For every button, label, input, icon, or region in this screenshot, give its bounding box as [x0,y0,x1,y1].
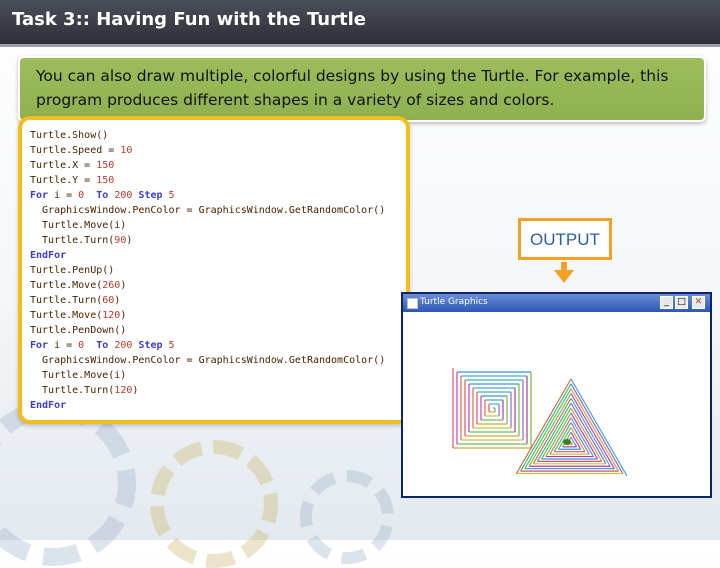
arrow-down-icon [554,270,574,283]
close-button[interactable]: ✕ [692,296,705,309]
code-line: Turtle.X = 150 [30,160,115,171]
code-line: Turtle.Turn(120) [30,385,139,396]
code-line: EndFor [30,400,67,411]
turtle-icon [563,439,571,445]
triangle-segment [520,383,572,472]
window-title-bar[interactable]: Turtle Graphics _ □ ✕ [403,294,710,312]
output-badge: OUTPUT [518,218,612,260]
code-line: For i = 0 To 200 Step 5 [30,340,175,351]
code-panel: Turtle.Show() Turtle.Speed = 10 Turtle.X =… [18,116,410,424]
triangle-segment [570,436,578,448]
code-line: EndFor [30,250,67,261]
code-line: Turtle.Y = 150 [30,175,115,186]
gear-icon [150,440,278,568]
turtle-canvas [403,312,710,496]
triangle-segment [570,393,615,469]
gear-icon [300,470,394,564]
code-line: Turtle.Move(i) [30,370,127,381]
instruction-box: You can also draw multiple, colorful des… [18,56,706,122]
code-line: Turtle.Move(120) [30,310,127,321]
slide-title-bar: Task 3:: Having Fun with the Turtle [0,0,720,47]
code-line: Turtle.Move(i) [30,220,127,231]
triangle-segment [549,417,572,455]
triangle-segment [528,393,572,467]
output-label: OUTPUT [530,230,600,249]
turtle-graphics-window[interactable]: Turtle Graphics _ □ ✕ [401,292,712,498]
code-line: Turtle.Turn(60) [30,295,121,306]
code-line: Turtle.Show() [30,130,109,141]
slide-title: Task 3:: Having Fun with the Turtle [12,9,366,30]
instruction-text: You can also draw multiple, colorful des… [36,67,669,109]
gear-icon [0,400,136,566]
maximize-button[interactable]: □ [675,296,688,309]
minimize-button[interactable]: _ [660,296,673,309]
window-title: Turtle Graphics [420,297,488,307]
turtle-drawing [452,368,628,477]
code-line: Turtle.PenDown() [30,325,127,336]
code-line: GraphicsWindow.PenColor = GraphicsWindow… [30,355,386,366]
code-line: For i = 0 To 200 Step 5 [30,190,175,201]
code-line: GraphicsWindow.PenColor = GraphicsWindow… [30,205,386,216]
triangle-segment [570,427,586,452]
code-line: Turtle.Move(260) [30,280,127,291]
window-icon [407,298,418,309]
code-line: Turtle.Speed = 10 [30,145,133,156]
triangle-segment [570,402,607,465]
code-line: Turtle.PenUp() [30,265,115,276]
triangle-segment [570,383,624,474]
code-line: Turtle.Turn(90) [30,235,133,246]
